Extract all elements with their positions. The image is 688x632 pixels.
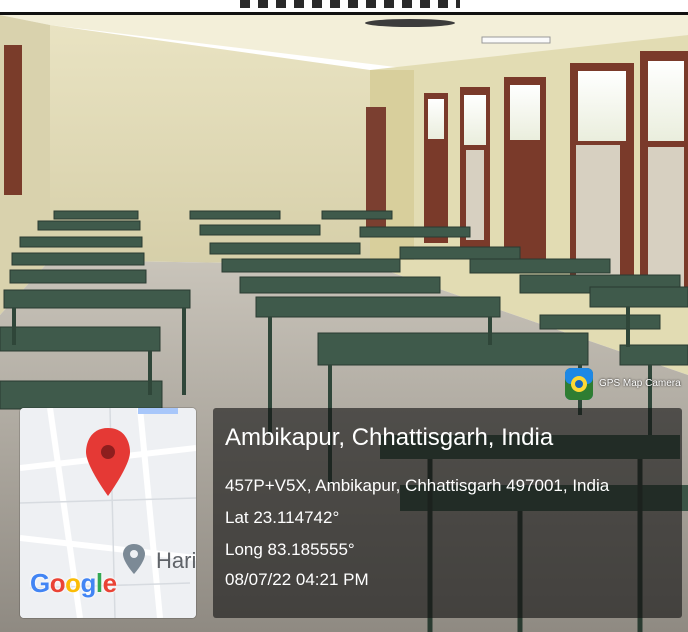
gps-camera-badge: GPS Map Camera [565, 368, 681, 404]
map-thumbnail[interactable]: Hari Google [20, 408, 196, 618]
datetime-text: 08/07/22 04:21 PM [225, 570, 369, 589]
map-place-label: Hari [156, 548, 196, 573]
address-text: 457P+V5X, Ambikapur, Chhattisgarh 497001… [225, 476, 610, 495]
gps-camera-label: GPS Map Camera [599, 378, 681, 389]
location-info-panel: Ambikapur, Chhattisgarh, India 457P+V5X,… [213, 408, 682, 618]
longitude-text: Long 83.185555° [225, 540, 355, 559]
latitude-text: Lat 23.114742° [225, 508, 340, 527]
top-border [0, 0, 688, 15]
location-title: Ambikapur, Chhattisgarh, India [225, 424, 554, 451]
photo-frame: Hari Google GPS Map Camera Ambikapur, Ch… [0, 0, 688, 632]
google-logo: Google [30, 568, 117, 598]
gps-camera-icon [565, 368, 593, 400]
